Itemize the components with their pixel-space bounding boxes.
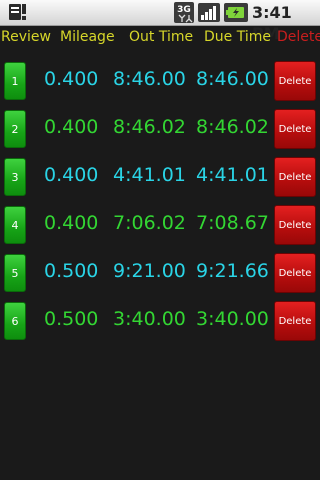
due-time-cell: 9:21.66: [196, 260, 269, 282]
battery-charging-icon: [224, 3, 248, 22]
review-button[interactable]: 5: [4, 254, 26, 292]
due-time-cell: 3:40.00: [196, 308, 269, 330]
table-row: 3 0.400 4:41.01 4:41.01 Delete: [0, 156, 320, 200]
mileage-cell: 0.500: [44, 260, 99, 282]
mileage-cell: 0.400: [44, 212, 99, 234]
table-row: 1 0.400 8:46.00 8:46.00 Delete: [0, 60, 320, 104]
delete-button[interactable]: Delete: [274, 301, 316, 341]
table-row: 5 0.500 9:21.00 9:21.66 Delete: [0, 252, 320, 296]
header-mileage: Mileage: [60, 29, 115, 45]
delete-button[interactable]: Delete: [274, 61, 316, 101]
out-time-cell: 3:40.00: [113, 308, 186, 330]
header-due-time: Due Time: [204, 29, 271, 45]
review-button[interactable]: 6: [4, 302, 26, 340]
3g-data-icon: 3G: [174, 2, 194, 23]
due-time-cell: 8:46.00: [196, 68, 269, 90]
out-time-cell: 4:41.01: [113, 164, 186, 186]
status-bar: 3G 3:41 PM: [0, 0, 320, 43]
header-delete: Delete: [277, 29, 320, 45]
table-row: 4 0.400 7:06.02 7:08.67 Delete: [0, 204, 320, 248]
table-row: 6 0.500 3:40.00 3:40.00 Delete: [0, 300, 320, 344]
out-time-cell: 8:46.02: [113, 116, 186, 138]
delete-button[interactable]: Delete: [274, 205, 316, 245]
signal-icon: [198, 3, 220, 22]
notification-icon[interactable]: [7, 3, 27, 21]
review-button[interactable]: 1: [4, 62, 26, 100]
review-button[interactable]: 3: [4, 158, 26, 196]
header-review: Review: [1, 29, 51, 45]
mileage-cell: 0.500: [44, 308, 99, 330]
out-time-cell: 9:21.00: [113, 260, 186, 282]
network-type-label: 3G: [177, 5, 191, 15]
mileage-cell: 0.400: [44, 164, 99, 186]
table-row: 2 0.400 8:46.02 8:46.02 Delete: [0, 108, 320, 152]
review-button[interactable]: 2: [4, 110, 26, 148]
due-time-cell: 4:41.01: [196, 164, 269, 186]
mileage-cell: 0.400: [44, 116, 99, 138]
out-time-cell: 8:46.00: [113, 68, 186, 90]
out-time-cell: 7:06.02: [113, 212, 186, 234]
status-time: 3:41 PM: [252, 3, 292, 43]
header-out-time: Out Time: [129, 29, 194, 45]
delete-button[interactable]: Delete: [274, 157, 316, 197]
delete-button[interactable]: Delete: [274, 109, 316, 149]
mileage-cell: 0.400: [44, 68, 99, 90]
delete-button[interactable]: Delete: [274, 253, 316, 293]
review-button[interactable]: 4: [4, 206, 26, 244]
due-time-cell: 7:08.67: [196, 212, 269, 234]
due-time-cell: 8:46.02: [196, 116, 269, 138]
